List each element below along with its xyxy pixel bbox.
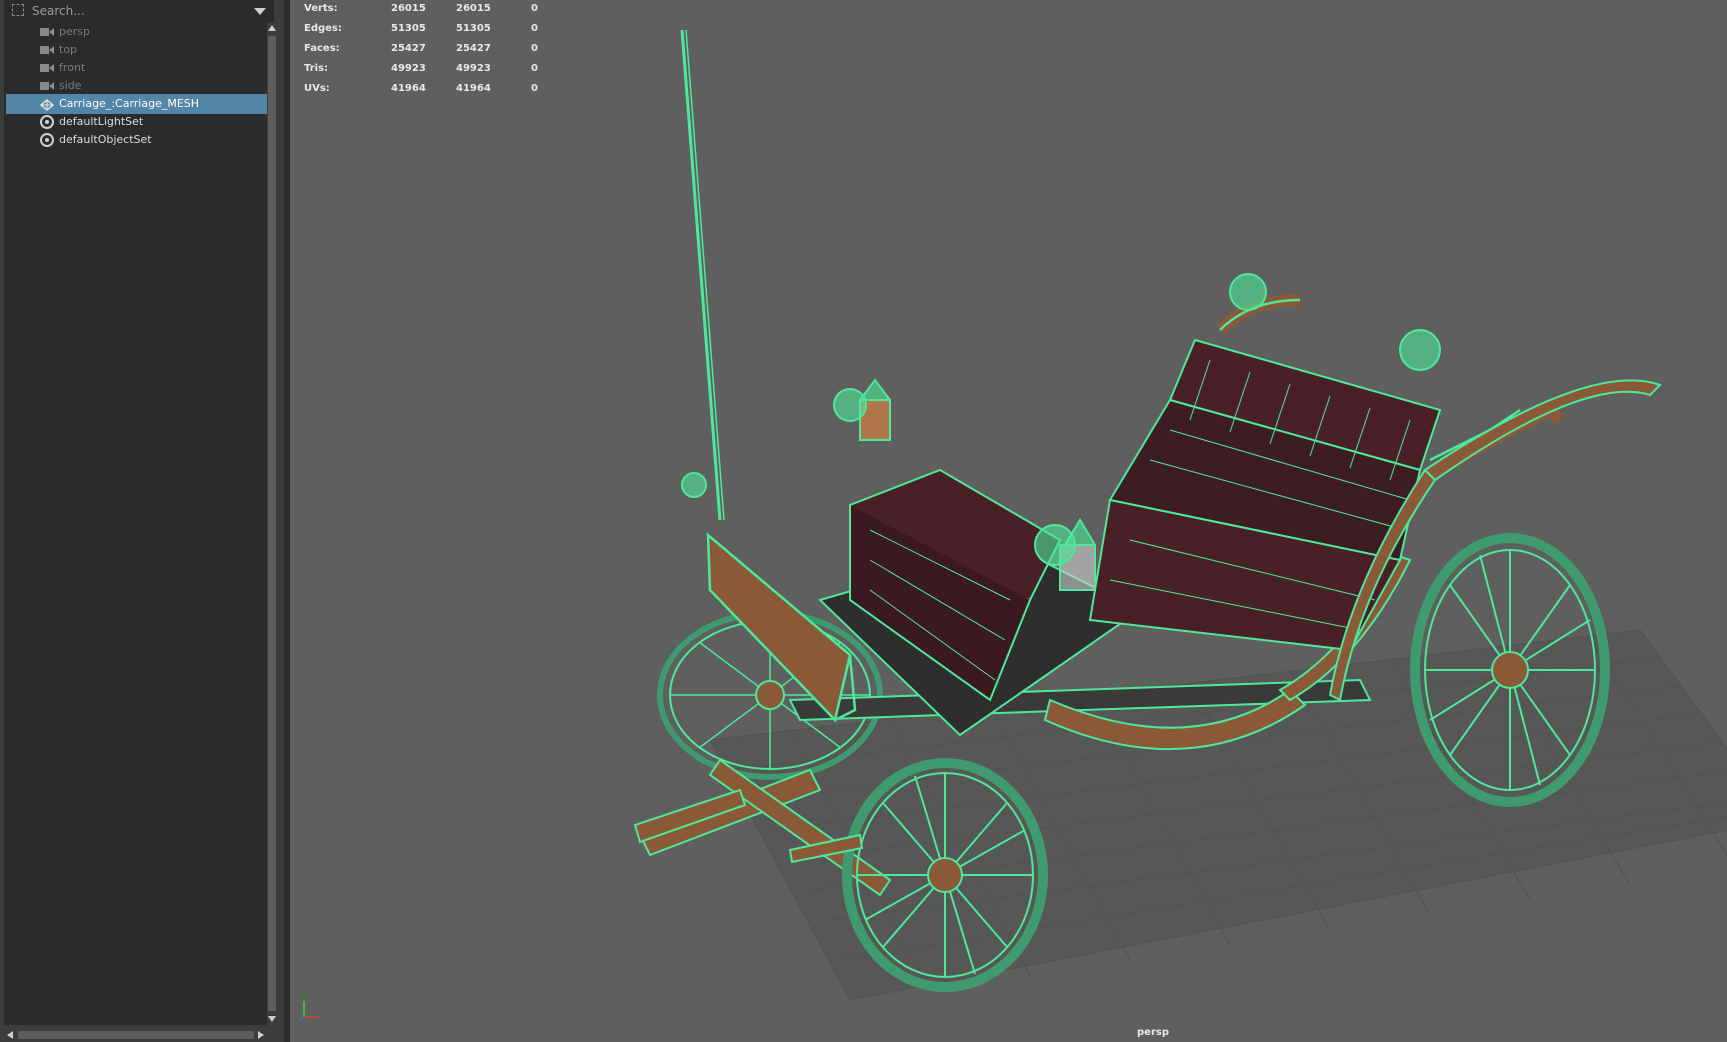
set-icon — [40, 115, 54, 129]
carriage-scene[interactable] — [290, 0, 1727, 1042]
outliner-item-top[interactable]: top — [6, 40, 267, 60]
outliner-item-carriage-mesh[interactable]: Carriage_:Carriage_MESH — [6, 94, 267, 114]
hud-value: 0 — [531, 3, 538, 14]
hud-label: Edges: — [304, 23, 342, 34]
hud-value: 0 — [531, 23, 538, 34]
chevron-down-icon[interactable] — [254, 8, 266, 15]
outliner-item-label: front — [59, 61, 86, 74]
filter-icon[interactable] — [12, 4, 24, 16]
mesh-icon — [39, 98, 55, 111]
hud-value: 51305 — [391, 23, 426, 34]
hud-value: 25427 — [456, 43, 491, 54]
camera-icon — [40, 62, 54, 74]
hud-row-verts: Verts: 26015 26015 0 — [304, 3, 564, 23]
outliner-item-label: defaultObjectSet — [59, 133, 152, 146]
outliner-vertical-scrollbar[interactable] — [267, 22, 277, 1025]
hud-value: 0 — [531, 63, 538, 74]
viewport-persp[interactable]: Verts: 26015 26015 0 Edges: 51305 51305 … — [290, 0, 1727, 1042]
front-wheel — [842, 758, 1048, 992]
hud-row-uvs: UVs: 41964 41964 0 — [304, 83, 564, 103]
scrollbar-thumb[interactable] — [18, 1031, 254, 1039]
scrollbar-thumb[interactable] — [268, 36, 276, 1011]
outliner-item-side[interactable]: side — [6, 76, 267, 96]
hud-value: 41964 — [456, 83, 491, 94]
outliner-item-persp[interactable]: persp — [6, 22, 267, 42]
camera-name-label: persp — [1137, 1027, 1169, 1038]
hud-label: Faces: — [304, 43, 340, 54]
outliner-horizontal-scrollbar[interactable] — [4, 1025, 267, 1042]
outliner-list: persp top front side Carriage_:Carriage_… — [4, 22, 267, 1025]
scroll-up-icon[interactable] — [268, 25, 276, 31]
hud-value: 0 — [531, 43, 538, 54]
outliner-item-label: side — [59, 79, 82, 92]
outliner-item-label: persp — [59, 25, 90, 38]
camera-icon — [40, 44, 54, 56]
hud-value: 0 — [531, 83, 538, 94]
hud-value: 26015 — [391, 3, 426, 14]
hud-label: Verts: — [304, 3, 338, 14]
hud-value: 41964 — [391, 83, 426, 94]
hud-value: 49923 — [391, 63, 426, 74]
camera-icon — [40, 80, 54, 92]
scroll-down-icon[interactable] — [268, 1016, 276, 1022]
hud-row-faces: Faces: 25427 25427 0 — [304, 43, 564, 63]
axis-gizmo-icon — [298, 1001, 320, 1022]
hud-label: Tris: — [304, 63, 329, 74]
outliner-search-bar — [4, 0, 274, 23]
hud-value: 25427 — [391, 43, 426, 54]
scroll-right-icon[interactable] — [258, 1031, 264, 1039]
hud-row-tris: Tris: 49923 49923 0 — [304, 63, 564, 83]
outliner-item-label: top — [59, 43, 78, 56]
outliner-item-label: defaultLightSet — [59, 115, 144, 128]
outliner-item-defaultlightset[interactable]: defaultLightSet — [6, 112, 267, 132]
hud-label: UVs: — [304, 83, 330, 94]
outliner-item-defaultobjectset[interactable]: defaultObjectSet — [6, 130, 267, 150]
camera-icon — [40, 26, 54, 38]
outliner-item-label: Carriage_:Carriage_MESH — [59, 97, 200, 110]
set-icon — [40, 133, 54, 147]
outliner-search-input[interactable] — [32, 3, 252, 19]
outliner-panel: persp top front side Carriage_:Carriage_… — [0, 0, 284, 1042]
rear-seat — [1088, 338, 1442, 652]
whip-pole — [680, 29, 725, 521]
hud-row-edges: Edges: 51305 51305 0 — [304, 23, 564, 43]
outliner-item-front[interactable]: front — [6, 58, 267, 78]
hud-value: 51305 — [456, 23, 491, 34]
rear-right-wheel — [1410, 533, 1610, 807]
hud-value: 26015 — [456, 3, 491, 14]
scroll-left-icon[interactable] — [7, 1031, 13, 1039]
hud-value: 49923 — [456, 63, 491, 74]
